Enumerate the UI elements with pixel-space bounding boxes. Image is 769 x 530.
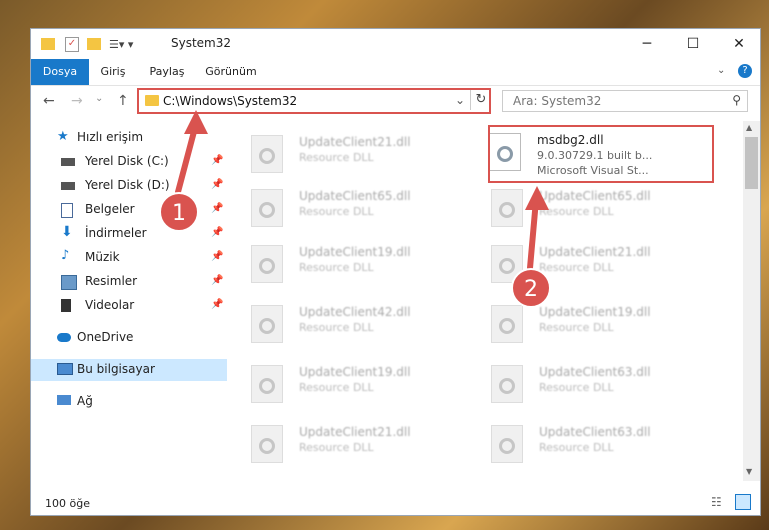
arrow-1-head xyxy=(184,110,208,134)
callout-2: 2 xyxy=(511,268,551,308)
annotation-arrows xyxy=(175,110,549,271)
callout-1: 1 xyxy=(159,192,199,232)
arrow-2-head xyxy=(525,186,549,210)
arrow-2-shaft xyxy=(527,197,539,271)
arrow-1-shaft xyxy=(175,121,199,195)
